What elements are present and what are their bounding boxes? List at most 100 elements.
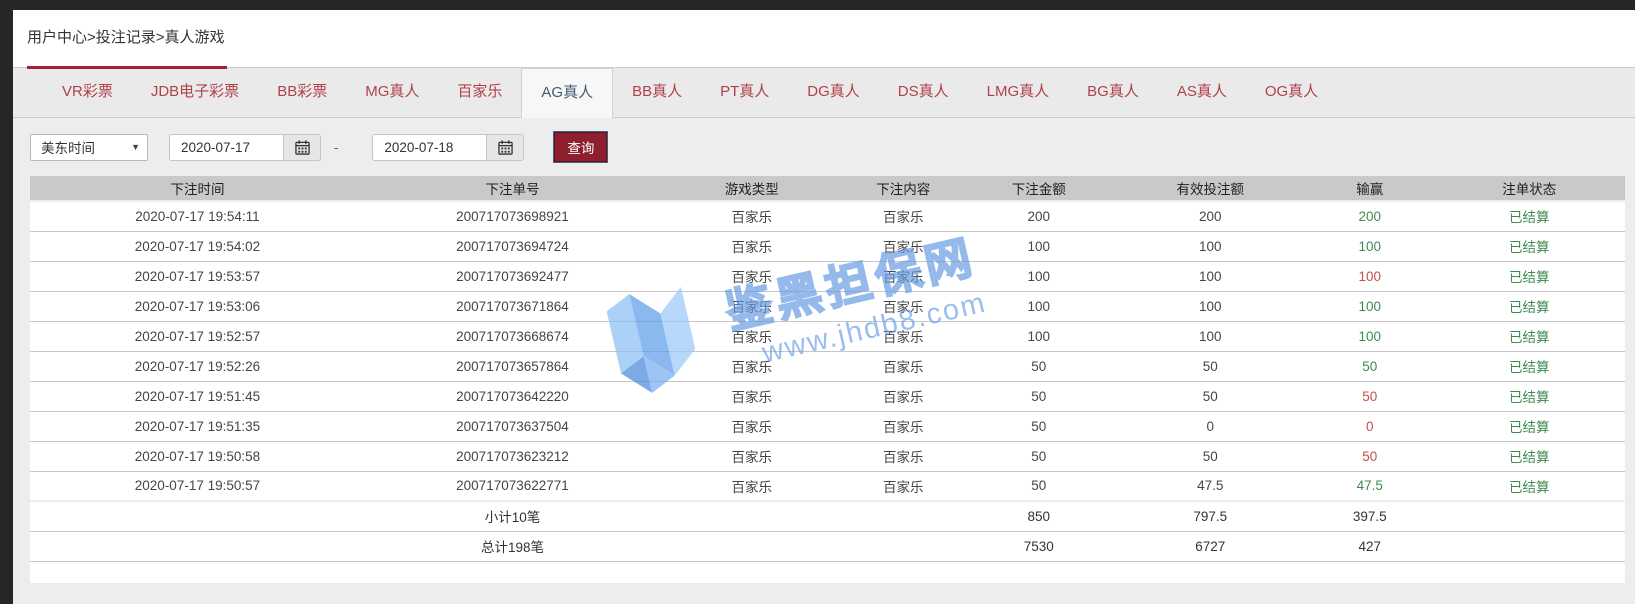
cell-game-type: 百家乐 — [660, 351, 843, 381]
cell-bet-time: 2020-07-17 19:53:06 — [30, 291, 365, 321]
table-row: 2020-07-17 19:50:57200717073622771百家乐百家乐… — [30, 471, 1625, 501]
tab-lmg-live[interactable]: LMG真人 — [968, 68, 1069, 117]
cell-bet-time: 2020-07-17 19:51:35 — [30, 411, 365, 441]
col-bet-amount: 下注金额 — [963, 176, 1115, 201]
calendar-icon[interactable] — [283, 134, 321, 161]
cell-bet-amount: 50 — [963, 351, 1115, 381]
total-win: 427 — [1306, 531, 1434, 561]
cell-win-loss: 0 — [1306, 411, 1434, 441]
cell-win-loss: 200 — [1306, 201, 1434, 231]
cell-order-no: 200717073698921 — [365, 201, 660, 231]
cell-win-loss: 100 — [1306, 321, 1434, 351]
game-tabs: VR彩票 JDB电子彩票 BB彩票 MG真人 百家乐 AG真人 BB真人 PT真… — [13, 68, 1635, 118]
date-from-group: 2020-07-17 — [169, 134, 321, 161]
cell-bet-amount: 50 — [963, 411, 1115, 441]
table-row: 2020-07-17 19:52:57200717073668674百家乐百家乐… — [30, 321, 1625, 351]
tab-pt-live[interactable]: PT真人 — [701, 68, 788, 117]
records-table: 下注时间 下注单号 游戏类型 下注内容 下注金额 有效投注额 输赢 注单状态 2… — [30, 176, 1625, 562]
top-window-bar — [0, 0, 1635, 10]
cell-win-loss: 50 — [1306, 351, 1434, 381]
cell-order-no: 200717073623212 — [365, 441, 660, 471]
date-range-separator: - — [334, 140, 338, 155]
cell-order-no: 200717073622771 — [365, 471, 660, 501]
filter-bar: 美东时间 ▼ 2020-07-17 - 2020-07-18 查询 — [13, 118, 1635, 176]
cell-bet-time: 2020-07-17 19:52:26 — [30, 351, 365, 381]
cell-bet-time: 2020-07-17 19:54:02 — [30, 231, 365, 261]
tab-bb-live[interactable]: BB真人 — [613, 68, 701, 117]
cell-bet-time: 2020-07-17 19:50:57 — [30, 471, 365, 501]
cell-valid-amount: 200 — [1115, 201, 1306, 231]
cell-game-type: 百家乐 — [660, 261, 843, 291]
timezone-select-value: 美东时间 — [41, 137, 95, 157]
tab-bg-live[interactable]: BG真人 — [1068, 68, 1158, 117]
cell-bet-content: 百家乐 — [843, 261, 963, 291]
cell-bet-amount: 100 — [963, 231, 1115, 261]
cell-order-no: 200717073642220 — [365, 381, 660, 411]
total-row: 总计198笔 7530 6727 427 — [30, 531, 1625, 561]
cell-win-loss: 100 — [1306, 291, 1434, 321]
cell-bet-time: 2020-07-17 19:51:45 — [30, 381, 365, 411]
cell-order-no: 200717073692477 — [365, 261, 660, 291]
cell-win-loss: 50 — [1306, 381, 1434, 411]
calendar-icon[interactable] — [486, 134, 524, 161]
cell-game-type: 百家乐 — [660, 381, 843, 411]
table-summary: 小计10笔 850 797.5 397.5 总计198笔 7530 6727 4… — [30, 501, 1625, 561]
cell-bet-content: 百家乐 — [843, 411, 963, 441]
col-order-no: 下注单号 — [365, 176, 660, 201]
tab-mg-live[interactable]: MG真人 — [346, 68, 438, 117]
date-to-input[interactable]: 2020-07-18 — [372, 134, 486, 161]
table-row: 2020-07-17 19:51:35200717073637504百家乐百家乐… — [30, 411, 1625, 441]
subtotal-amount: 850 — [963, 501, 1115, 531]
col-bet-content: 下注内容 — [843, 176, 963, 201]
breadcrumb-bar: 用户中心>投注记录>真人游戏 — [13, 10, 1635, 68]
subtotal-valid: 797.5 — [1115, 501, 1306, 531]
cell-game-type: 百家乐 — [660, 291, 843, 321]
cell-bet-time: 2020-07-17 19:53:57 — [30, 261, 365, 291]
col-bet-time: 下注时间 — [30, 176, 365, 201]
cell-game-type: 百家乐 — [660, 321, 843, 351]
tab-og-live[interactable]: OG真人 — [1246, 68, 1337, 117]
table-row: 2020-07-17 19:54:11200717073698921百家乐百家乐… — [30, 201, 1625, 231]
cell-bet-amount: 50 — [963, 471, 1115, 501]
left-window-strip — [0, 0, 13, 604]
tab-bb-lottery[interactable]: BB彩票 — [258, 68, 346, 117]
cell-game-type: 百家乐 — [660, 411, 843, 441]
tab-baccarat[interactable]: 百家乐 — [438, 68, 521, 117]
search-button[interactable]: 查询 — [554, 132, 607, 162]
cell-bet-content: 百家乐 — [843, 231, 963, 261]
cell-status: 已结算 — [1434, 471, 1625, 501]
tab-dg-live[interactable]: DG真人 — [788, 68, 879, 117]
cell-valid-amount: 100 — [1115, 291, 1306, 321]
cell-bet-content: 百家乐 — [843, 381, 963, 411]
cell-status: 已结算 — [1434, 321, 1625, 351]
tab-as-live[interactable]: AS真人 — [1158, 68, 1246, 117]
total-label: 总计198笔 — [365, 531, 660, 561]
cell-status: 已结算 — [1434, 261, 1625, 291]
cell-valid-amount: 100 — [1115, 261, 1306, 291]
cell-bet-amount: 100 — [963, 321, 1115, 351]
total-amount: 7530 — [963, 531, 1115, 561]
cell-status: 已结算 — [1434, 201, 1625, 231]
timezone-select[interactable]: 美东时间 ▼ — [30, 134, 148, 161]
cell-bet-amount: 50 — [963, 441, 1115, 471]
tab-ds-live[interactable]: DS真人 — [879, 68, 968, 117]
cell-bet-content: 百家乐 — [843, 291, 963, 321]
table-row: 2020-07-17 19:53:57200717073692477百家乐百家乐… — [30, 261, 1625, 291]
cell-valid-amount: 50 — [1115, 441, 1306, 471]
date-from-input[interactable]: 2020-07-17 — [169, 134, 283, 161]
cell-bet-amount: 200 — [963, 201, 1115, 231]
cell-order-no: 200717073671864 — [365, 291, 660, 321]
tab-ag-live[interactable]: AG真人 — [521, 68, 613, 118]
tab-vr-lottery[interactable]: VR彩票 — [43, 68, 132, 117]
subtotal-win: 397.5 — [1306, 501, 1434, 531]
cell-bet-amount: 100 — [963, 261, 1115, 291]
subtotal-label: 小计10笔 — [365, 501, 660, 531]
cell-valid-amount: 47.5 — [1115, 471, 1306, 501]
tab-jdb-lottery[interactable]: JDB电子彩票 — [132, 68, 258, 117]
cell-win-loss: 100 — [1306, 261, 1434, 291]
table-body: 2020-07-17 19:54:11200717073698921百家乐百家乐… — [30, 201, 1625, 501]
cell-game-type: 百家乐 — [660, 471, 843, 501]
table-header: 下注时间 下注单号 游戏类型 下注内容 下注金额 有效投注额 输赢 注单状态 — [30, 176, 1625, 201]
cell-bet-content: 百家乐 — [843, 441, 963, 471]
cell-status: 已结算 — [1434, 291, 1625, 321]
